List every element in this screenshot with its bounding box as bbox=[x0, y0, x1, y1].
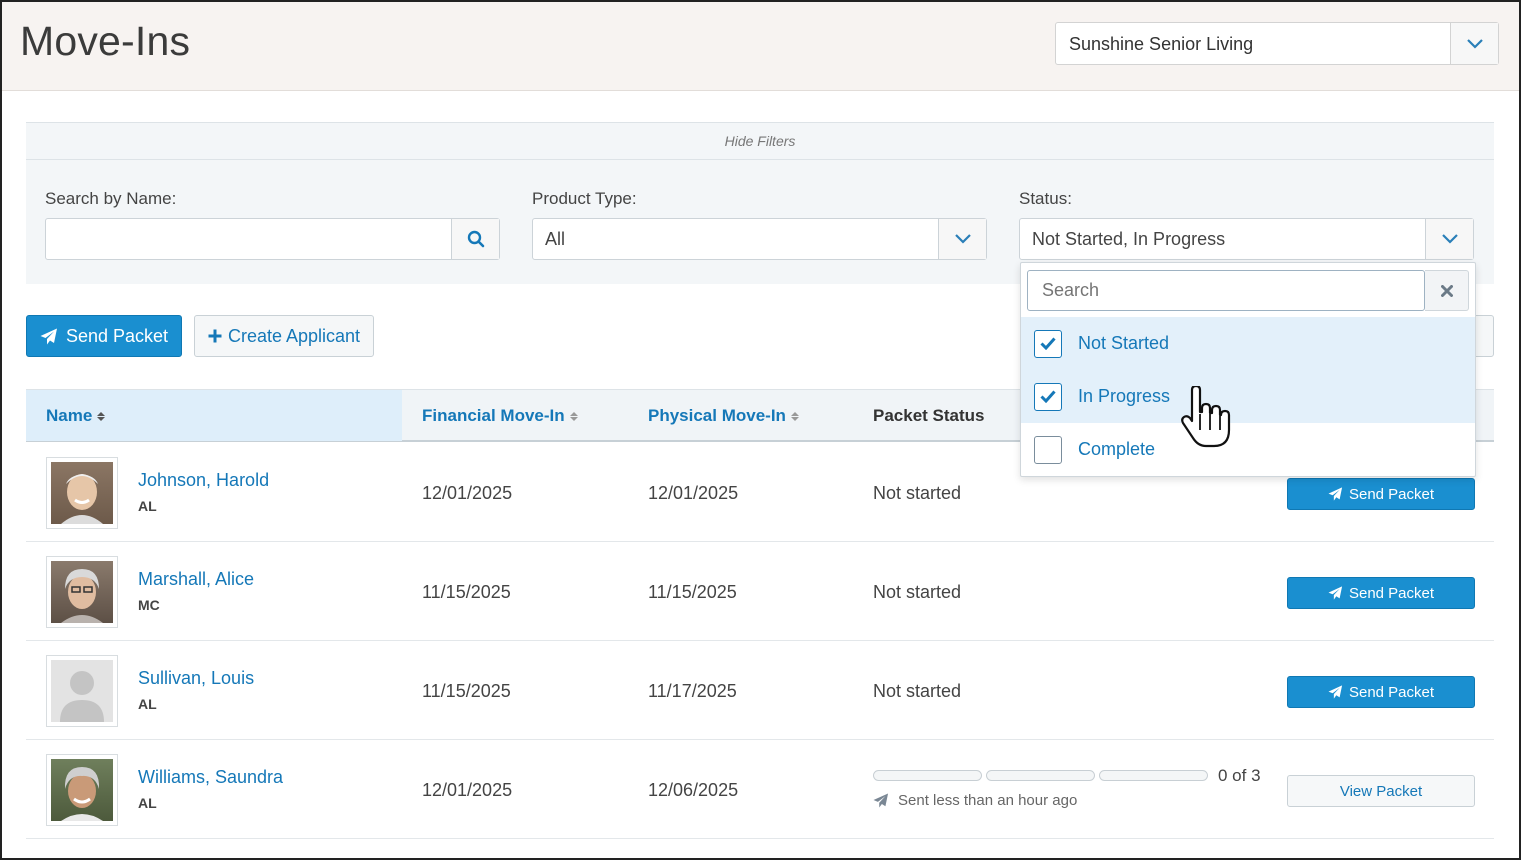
applicant-name-link[interactable]: Marshall, Alice bbox=[138, 569, 254, 590]
applicant-name-link[interactable]: Williams, Saundra bbox=[138, 767, 283, 788]
hide-filters-toggle[interactable]: Hide Filters bbox=[26, 123, 1494, 160]
create-applicant-button[interactable]: Create Applicant bbox=[194, 315, 374, 357]
page-header: Move-Ins Sunshine Senior Living bbox=[2, 2, 1519, 91]
status-search-input[interactable] bbox=[1027, 270, 1425, 311]
physical-move-in: 12/06/2025 bbox=[648, 780, 739, 800]
product-type-value: All bbox=[545, 229, 566, 249]
packet-status: Not started bbox=[873, 582, 962, 602]
paper-plane-icon bbox=[1328, 685, 1343, 699]
status-dropdown-menu: Not Started In Progress Complete bbox=[1020, 262, 1476, 477]
financial-move-in: 11/15/2025 bbox=[422, 681, 511, 701]
packet-status: Not started bbox=[873, 483, 962, 503]
search-input[interactable] bbox=[45, 218, 500, 260]
create-applicant-label: Create Applicant bbox=[227, 325, 361, 346]
chevron-down-icon[interactable] bbox=[1450, 23, 1498, 64]
progress-segment bbox=[986, 770, 1095, 781]
care-type: AL bbox=[138, 795, 157, 811]
column-header-financial-label: Financial Move-In bbox=[422, 406, 565, 425]
search-icon[interactable] bbox=[451, 219, 499, 259]
care-type: AL bbox=[138, 498, 157, 514]
status-option-label: Not Started bbox=[1078, 333, 1170, 353]
paper-plane-icon bbox=[40, 328, 57, 344]
financial-move-in: 11/15/2025 bbox=[422, 582, 511, 602]
column-header-physical-label: Physical Move-In bbox=[648, 406, 786, 425]
community-select-value: Sunshine Senior Living bbox=[1069, 34, 1254, 54]
column-header-packet-status: Packet Status bbox=[873, 406, 985, 425]
paper-plane-icon bbox=[1328, 586, 1343, 600]
column-header-physical[interactable]: Physical Move-In bbox=[648, 406, 799, 426]
applicant-name-link[interactable]: Johnson, Harold bbox=[138, 470, 269, 491]
checkbox-checked-icon[interactable] bbox=[1034, 382, 1062, 411]
status-option-not-started[interactable]: Not Started bbox=[1021, 317, 1475, 370]
packet-progress-bar bbox=[873, 770, 1208, 781]
plus-icon bbox=[208, 329, 222, 343]
row-send-packet-button[interactable]: Send Packet bbox=[1287, 577, 1475, 609]
product-type-label: Product Type: bbox=[532, 189, 637, 208]
sort-icon bbox=[569, 411, 578, 421]
paper-plane-icon bbox=[873, 793, 889, 808]
row-send-packet-label: Send Packet bbox=[1348, 683, 1435, 701]
column-header-name-label: Name bbox=[46, 406, 93, 425]
row-send-packet-label: Send Packet bbox=[1348, 485, 1435, 503]
hand-pointer-cursor-icon bbox=[1178, 384, 1234, 455]
filters-panel: Hide Filters Search by Name: Product Typ… bbox=[26, 122, 1494, 284]
sent-status: Sent less than an hour ago bbox=[873, 792, 1077, 809]
financial-move-in: 12/01/2025 bbox=[422, 780, 513, 800]
community-select[interactable]: Sunshine Senior Living bbox=[1055, 22, 1499, 65]
status-label: Status: bbox=[1019, 189, 1072, 208]
status-option-in-progress[interactable]: In Progress bbox=[1021, 370, 1475, 423]
app-window: Move-Ins Sunshine Senior Living Hide Fil… bbox=[0, 0, 1521, 860]
avatar bbox=[46, 457, 118, 529]
page-title: Move-Ins bbox=[20, 18, 191, 64]
physical-move-in: 11/15/2025 bbox=[648, 582, 737, 602]
checkbox-unchecked-icon[interactable] bbox=[1034, 435, 1062, 464]
care-type: MC bbox=[138, 597, 160, 613]
row-send-packet-label: Send Packet bbox=[1348, 584, 1435, 602]
chevron-down-icon[interactable] bbox=[1425, 219, 1473, 259]
checkbox-checked-icon[interactable] bbox=[1034, 329, 1062, 358]
physical-move-in: 11/17/2025 bbox=[648, 681, 737, 701]
user-placeholder-icon bbox=[60, 671, 104, 722]
sort-icon bbox=[97, 411, 106, 421]
progress-segment bbox=[1099, 770, 1208, 781]
row-send-packet-button[interactable]: Send Packet bbox=[1287, 676, 1475, 708]
avatar bbox=[46, 556, 118, 628]
status-option-complete[interactable]: Complete bbox=[1021, 423, 1475, 476]
column-header-name[interactable]: Name bbox=[46, 406, 106, 426]
progress-segment bbox=[873, 770, 982, 781]
send-packet-label: Send Packet bbox=[65, 325, 169, 346]
packet-status: Not started bbox=[873, 681, 962, 701]
column-header-financial[interactable]: Financial Move-In bbox=[422, 406, 578, 426]
sent-status-label: Sent less than an hour ago bbox=[898, 792, 1078, 809]
send-packet-button[interactable]: Send Packet bbox=[26, 315, 182, 357]
table-row: Williams, Saundra AL 12/01/2025 12/06/20… bbox=[26, 740, 1494, 839]
status-option-label: Complete bbox=[1078, 439, 1156, 459]
paper-plane-icon bbox=[1328, 487, 1343, 501]
progress-count: 0 of 3 bbox=[1218, 766, 1261, 785]
clear-icon[interactable] bbox=[1425, 270, 1469, 311]
financial-move-in: 12/01/2025 bbox=[422, 483, 513, 503]
product-type-select[interactable]: All bbox=[532, 218, 987, 260]
table-row: Marshall, Alice MC 11/15/2025 11/15/2025… bbox=[26, 542, 1494, 641]
status-option-label: In Progress bbox=[1078, 386, 1171, 406]
view-packet-button[interactable]: View Packet bbox=[1287, 775, 1475, 807]
avatar bbox=[46, 754, 118, 826]
applicant-name-link[interactable]: Sullivan, Louis bbox=[138, 668, 254, 689]
status-select-value: Not Started, In Progress bbox=[1032, 229, 1226, 249]
physical-move-in: 12/01/2025 bbox=[648, 483, 739, 503]
sort-icon bbox=[790, 411, 799, 421]
care-type: AL bbox=[138, 696, 157, 712]
status-select[interactable]: Not Started, In Progress bbox=[1019, 218, 1474, 260]
table-row: Sullivan, Louis AL 11/15/2025 11/17/2025… bbox=[26, 641, 1494, 740]
row-send-packet-button[interactable]: Send Packet bbox=[1287, 478, 1475, 510]
avatar bbox=[46, 655, 118, 727]
search-label: Search by Name: bbox=[45, 189, 177, 208]
chevron-down-icon[interactable] bbox=[938, 219, 986, 259]
